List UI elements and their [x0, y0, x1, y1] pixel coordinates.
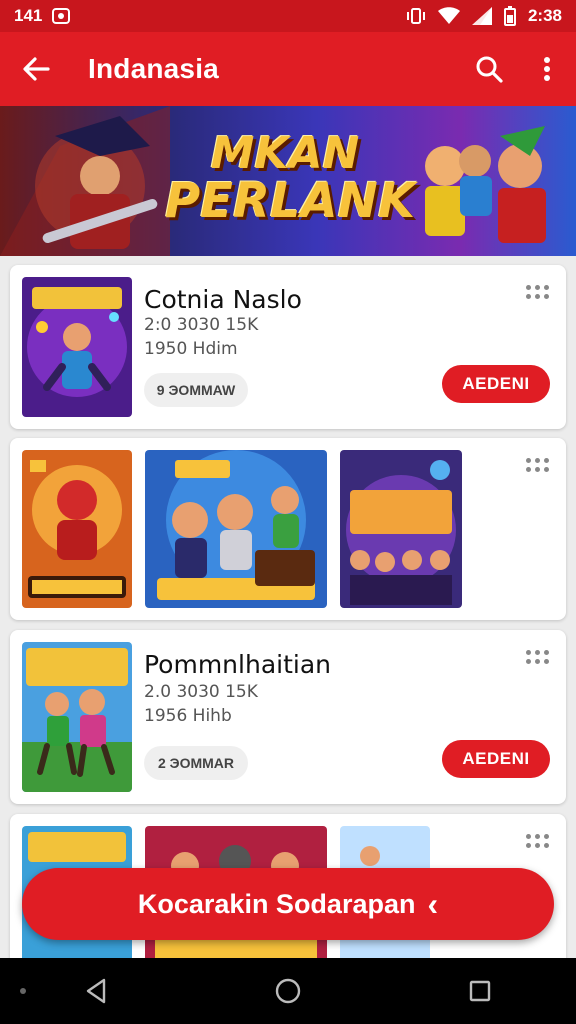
app-name-3: Pommnlhaitian: [144, 650, 331, 679]
status-time-right: 2:38: [527, 6, 562, 25]
app-name-1: Cotnia Naslo: [144, 285, 302, 314]
nav-recents-button[interactable]: [450, 961, 510, 1021]
status-right: 2:38: [406, 6, 562, 26]
banner-title-line2: PERLANK: [165, 172, 416, 229]
app-meta-1a: 2:0 3030 15K: [144, 315, 259, 335]
promo-banner[interactable]: MKAN PERLANK: [0, 106, 576, 256]
banner-title: MKAN PERLANK: [165, 128, 416, 229]
install-button-3[interactable]: AEDENI: [442, 740, 550, 778]
system-nav-bar: [0, 958, 576, 1024]
more-dots-button-2[interactable]: [526, 458, 550, 476]
app-meta-3a: 2.0 3030 15K: [144, 682, 258, 702]
vibrate-icon: [406, 8, 425, 24]
status-time-left: 141: [14, 6, 43, 25]
nav-back-button[interactable]: [66, 961, 126, 1021]
app-thumbnail-3: [22, 642, 132, 792]
app-card-3[interactable]: Pommnlhaitian 2.0 3030 15K 1956 Hihb 2 Э…: [10, 630, 566, 804]
more-dots-button-4[interactable]: [526, 834, 550, 852]
chevron-left-icon: ‹: [427, 886, 439, 922]
more-dots-button-1[interactable]: [526, 285, 550, 303]
install-button-1[interactable]: AEDENI: [442, 365, 550, 403]
app-chip-1[interactable]: 9 ЭOMMAW: [144, 373, 248, 407]
search-icon: [476, 56, 503, 83]
more-vert-icon: [544, 57, 550, 81]
battery-icon: [503, 6, 516, 26]
nav-back-icon: [86, 978, 106, 1004]
signal-icon: [471, 7, 492, 25]
screenshot-2b: [145, 450, 327, 608]
cta-label: Kocarakin Sodarapan: [137, 888, 416, 919]
app-bar: Indanasia: [0, 32, 576, 106]
notification-icon: [52, 8, 71, 24]
app-meta-3b: 1956 Hihb: [144, 706, 232, 726]
nav-home-button[interactable]: [258, 961, 318, 1021]
more-dots-button-3[interactable]: [526, 650, 550, 668]
status-bar: 141 2:38: [0, 0, 576, 32]
page-title: Indanasia: [88, 53, 219, 84]
app-card-2[interactable]: [10, 438, 566, 620]
screenshot-2c: [340, 450, 462, 608]
nav-indicator-dot: [20, 988, 26, 994]
screenshot-2a: [22, 450, 132, 608]
nav-home-icon: [275, 978, 301, 1004]
search-button[interactable]: [460, 32, 518, 106]
overflow-menu-button[interactable]: [518, 32, 576, 106]
app-meta-1b: 1950 Hdim: [144, 339, 238, 359]
app-chip-3[interactable]: 2 ЭOMMAR: [144, 746, 248, 780]
back-button[interactable]: [0, 32, 72, 106]
back-arrow-icon: [23, 57, 50, 81]
nav-recents-icon: [469, 980, 491, 1002]
app-actions: [460, 32, 576, 106]
banner-title-line1: MKAN: [210, 128, 360, 179]
wifi-icon: [437, 7, 460, 24]
primary-cta-button[interactable]: Kocarakin Sodarapan ‹: [22, 868, 554, 940]
app-thumbnail-1: [22, 277, 132, 417]
app-card-1[interactable]: Cotnia Naslo 2:0 3030 15K 1950 Hdim 9 ЭO…: [10, 265, 566, 429]
status-left: 141: [14, 6, 71, 26]
